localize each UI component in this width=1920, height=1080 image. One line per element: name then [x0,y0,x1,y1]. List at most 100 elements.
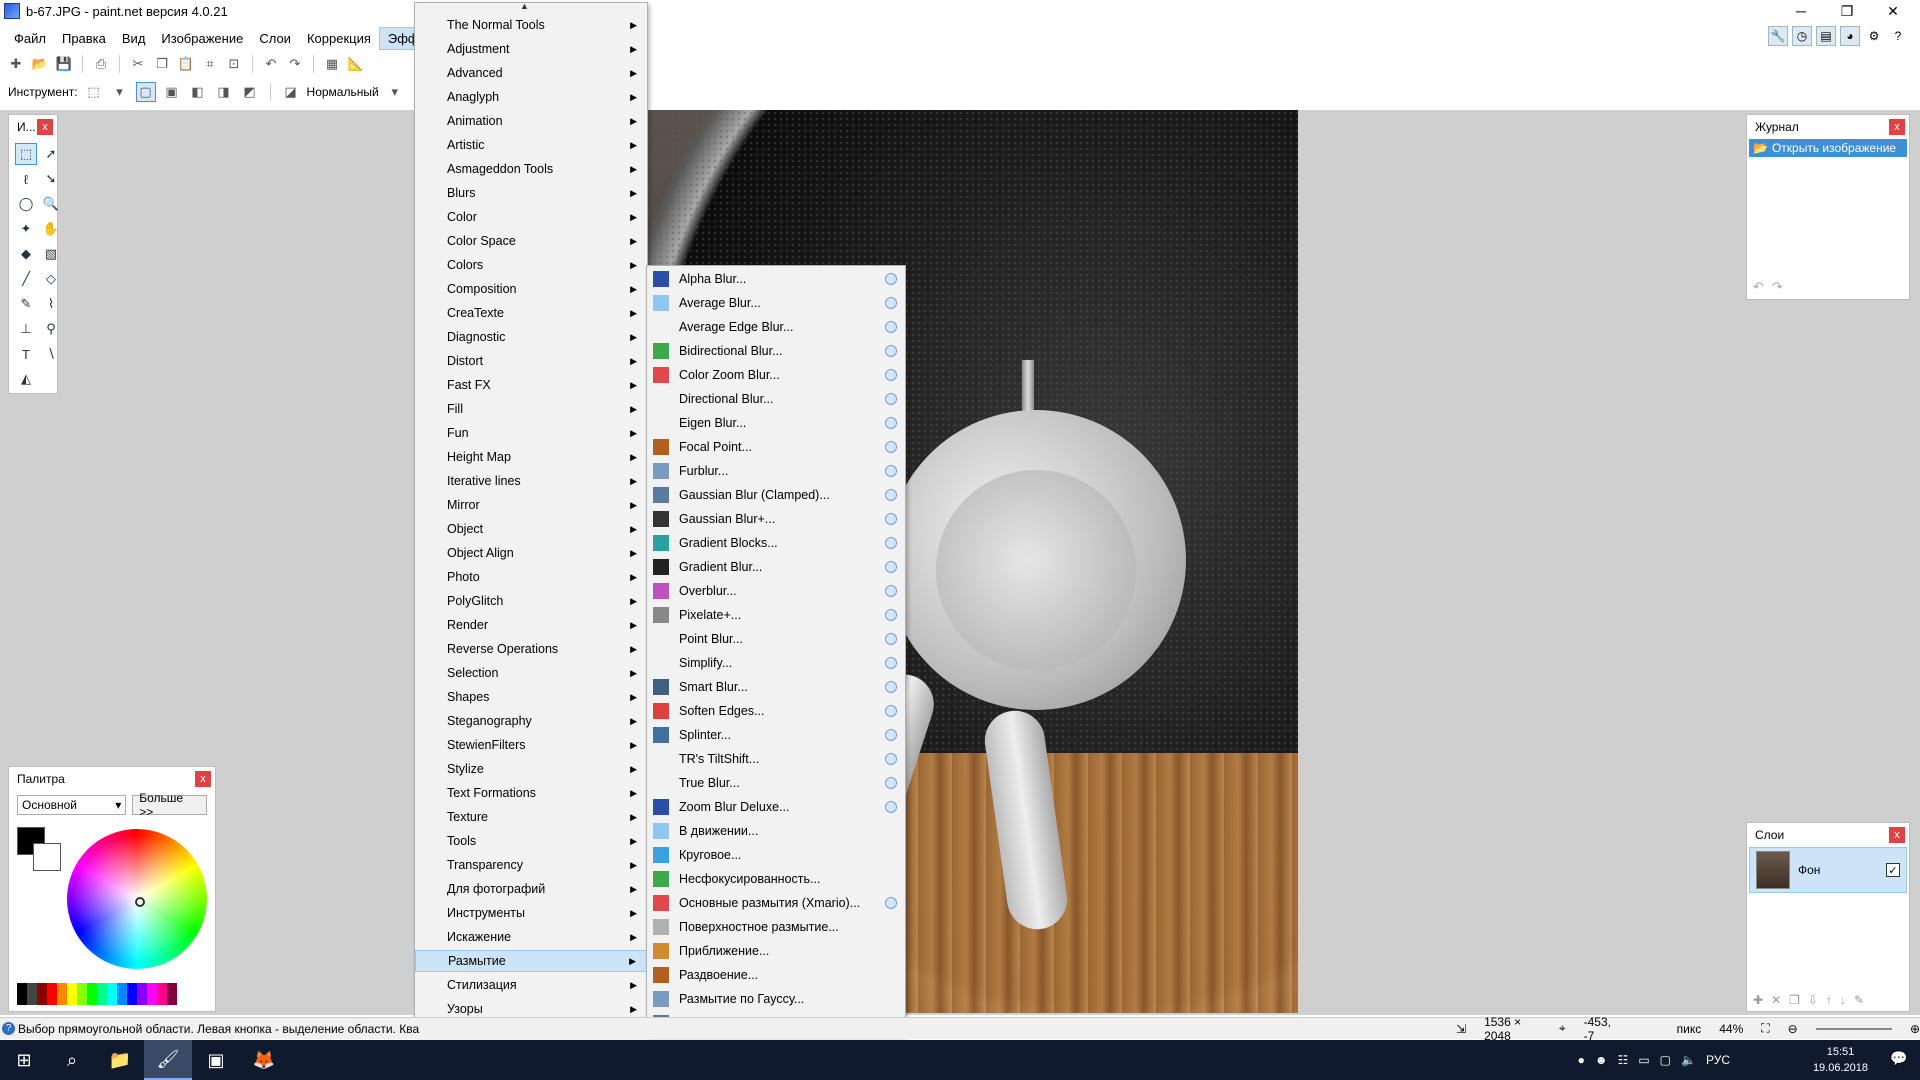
move-selected-icon[interactable]: ➚ [40,143,62,165]
swatch[interactable] [117,983,127,1005]
swatch[interactable] [47,983,57,1005]
blur-menu-item[interactable]: Simplify... [647,652,905,674]
effects-menu-item[interactable]: Fast FX ▶ [415,374,647,396]
swatch[interactable] [27,983,37,1005]
blur-menu-item[interactable]: Soften Edges... [647,700,905,722]
effects-menu-item[interactable]: Render ▶ [415,614,647,636]
merge-down-icon[interactable]: ⇩ [1808,993,1818,1007]
shapes-icon[interactable]: ◭ [15,368,37,390]
volume-icon[interactable]: 🔈 [1681,1053,1696,1067]
blur-menu-item[interactable]: Point Blur... [647,628,905,650]
redo-icon[interactable]: ↷ [285,54,305,74]
tray-network-icon[interactable]: ☷ [1618,1053,1629,1067]
tray-people-icon[interactable]: ☻ [1595,1053,1608,1067]
move-up-icon[interactable]: ↑ [1826,993,1832,1007]
effects-menu-item[interactable]: Color Space ▶ [415,230,647,252]
blur-menu-item[interactable]: Pixelate+... [647,604,905,626]
paste-icon[interactable]: 📋 [176,54,196,74]
effects-menu-item[interactable]: Photo ▶ [415,566,647,588]
fit-window-icon[interactable]: ⛶ [1761,1021,1769,1036]
history-window-icon[interactable]: ◷ [1792,26,1812,46]
blur-menu-item[interactable]: Gradient Blocks... [647,532,905,554]
chevron-down-icon[interactable]: ▾ [385,82,405,102]
effects-menu-item[interactable]: Diagnostic ▶ [415,326,647,348]
swatch[interactable] [137,983,147,1005]
effects-menu-item[interactable]: Для фотографий ▶ [415,878,647,900]
effects-menu-item[interactable]: Distort ▶ [415,350,647,372]
blur-menu-item[interactable]: Overblur... [647,580,905,602]
colors-window-icon[interactable]: ◕ [1840,26,1860,46]
blur-menu-item[interactable]: Размытие по Гауссу... [647,988,905,1010]
scroll-up-icon[interactable]: ▲ [520,1,529,11]
blur-menu-item[interactable]: True Blur... [647,772,905,794]
eraser-icon[interactable]: ◇ [40,268,62,290]
effects-menu-item[interactable]: Advanced ▶ [415,62,647,84]
add-layer-icon[interactable]: ✚ [1753,993,1763,1007]
delete-layer-icon[interactable]: ✕ [1771,993,1781,1007]
paintnet-taskbar-icon[interactable]: 🖌 [144,1040,192,1080]
blur-menu-item[interactable]: Average Edge Blur... [647,316,905,338]
line-curve-icon[interactable]: ∖ [40,343,62,365]
layer-visibility-checkbox[interactable]: ✓ [1886,863,1900,877]
effects-menu-item[interactable]: Размытие ▶ [415,950,647,972]
palette-swatches[interactable] [17,983,177,1005]
effects-menu-item[interactable]: Искажение ▶ [415,926,647,948]
more-colors-button[interactable]: Больше >> [132,791,207,819]
cut-icon[interactable]: ✂ [128,54,148,74]
zoom-in-icon[interactable]: ⊕ [1910,1022,1920,1036]
effects-menu-item[interactable]: Tools ▶ [415,830,647,852]
blur-menu-item[interactable]: Average Blur... [647,292,905,314]
move-selection-icon[interactable]: ➘ [40,168,62,190]
effects-menu-item[interactable]: Blurs ▶ [415,182,647,204]
menu-view[interactable]: Вид [114,28,154,49]
effects-menu-item[interactable]: Shapes ▶ [415,686,647,708]
swatch[interactable] [87,983,97,1005]
selection-invert-icon[interactable]: ◩ [240,82,260,102]
zoom-level[interactable]: 44% [1719,1022,1743,1036]
close-icon[interactable]: x [37,119,53,135]
selection-replace-icon[interactable]: ▢ [135,82,156,102]
blur-menu-item[interactable]: Gradient Blur... [647,556,905,578]
effects-menu-item[interactable]: Fun ▶ [415,422,647,444]
print-icon[interactable]: ⎙ [91,54,111,74]
zoom-icon[interactable]: 🔍 [40,193,62,215]
blur-menu-item[interactable]: Color Zoom Blur... [647,364,905,386]
layer-properties-icon[interactable]: ✎ [1854,993,1864,1007]
effects-menu-item[interactable]: Object Align ▶ [415,542,647,564]
effects-menu-item[interactable]: Iterative lines ▶ [415,470,647,492]
effects-menu-item[interactable]: Transparency ▶ [415,854,647,876]
duplicate-layer-icon[interactable]: ❐ [1789,993,1800,1007]
gradient-icon[interactable]: ▧ [40,243,62,265]
effects-menu-item[interactable]: Color ▶ [415,206,647,228]
recolor-icon[interactable]: ⚲ [40,318,62,340]
blur-menu-item[interactable]: В движении... [647,820,905,842]
swatch[interactable] [67,983,77,1005]
search-icon[interactable]: ⌕ [48,1040,96,1080]
history-item[interactable]: 📂 Открыть изображение [1749,139,1907,157]
blur-menu-item[interactable]: Eigen Blur... [647,412,905,434]
menu-edit[interactable]: Правка [54,28,114,49]
blur-menu-item[interactable]: Alpha Blur... [647,268,905,290]
redo-icon[interactable]: ↷ [1772,279,1783,295]
windows-start-icon[interactable]: ⊞ [0,1040,48,1080]
language-indicator[interactable]: РУС [1706,1053,1730,1067]
blur-menu-item[interactable]: Основные размытия (Xmario)... [647,892,905,914]
blur-menu-item[interactable]: TR's TiltShift... [647,748,905,770]
swatch[interactable] [157,983,167,1005]
ruler-icon[interactable]: 📐 [346,54,366,74]
swatch[interactable] [97,983,107,1005]
effects-menu-item[interactable]: PolyGlitch ▶ [415,590,647,612]
display-icon[interactable]: ▢ [1660,1053,1671,1067]
zoom-slider[interactable] [1815,1027,1892,1030]
blur-menu-item[interactable]: Круговое... [647,844,905,866]
effects-menu-item[interactable]: Adjustment ▶ [415,38,647,60]
effects-menu-item[interactable]: Selection ▶ [415,662,647,684]
effects-menu-item[interactable]: Height Map ▶ [415,446,647,468]
effects-menu-item[interactable]: Texture ▶ [415,806,647,828]
effects-menu-item[interactable]: StewienFilters ▶ [415,734,647,756]
effects-menu-item[interactable]: Text Formations ▶ [415,782,647,804]
blur-menu-item[interactable]: Zoom Blur Deluxe... [647,796,905,818]
open-file-icon[interactable]: 📂 [30,54,50,74]
units-dropdown[interactable]: пикс [1677,1022,1702,1036]
effects-menu-item[interactable]: Object ▶ [415,518,647,540]
